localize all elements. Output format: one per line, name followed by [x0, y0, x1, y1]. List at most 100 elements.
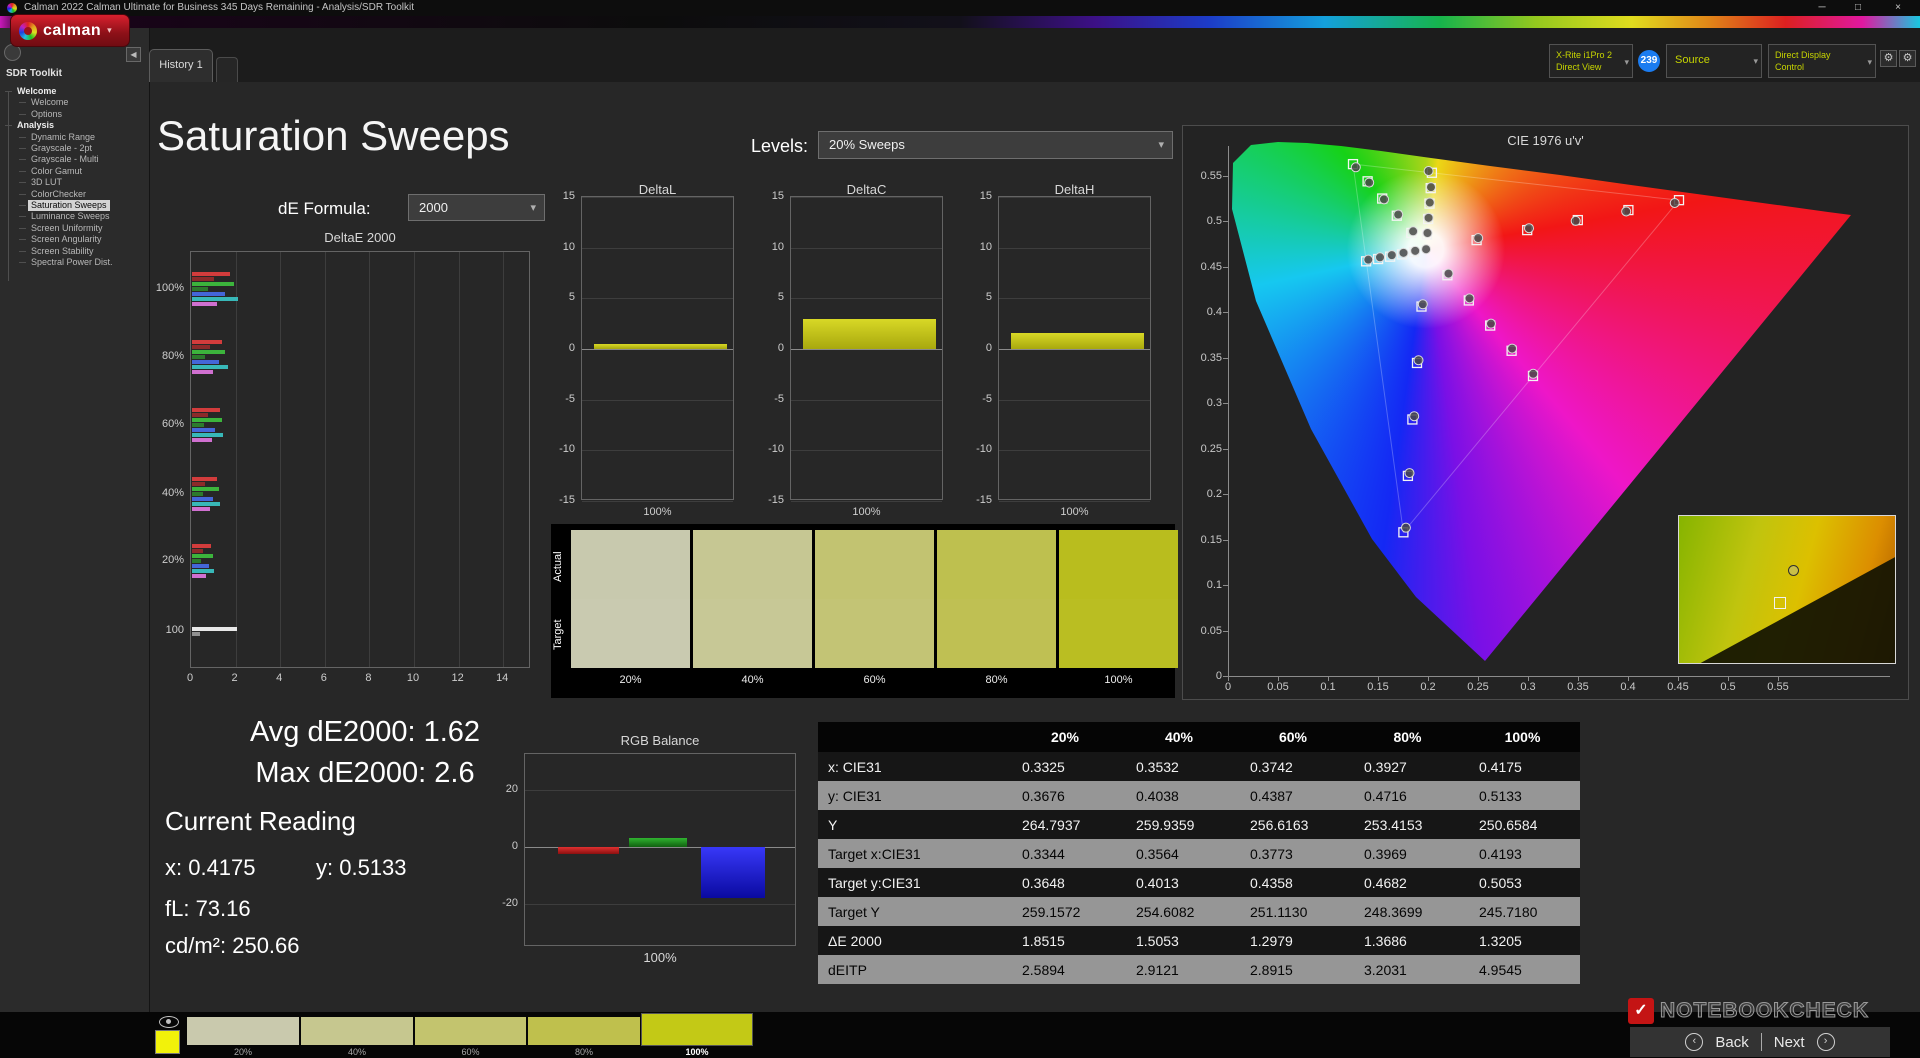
source-selector[interactable]: Source — [1666, 44, 1762, 78]
swatch-label: 40% — [693, 674, 812, 686]
sidebar-item-colorchecker[interactable]: ColorChecker — [28, 189, 89, 200]
cell-value: 2.8915 — [1236, 955, 1350, 984]
next-arrow-icon[interactable]: › — [1817, 1033, 1835, 1051]
next-button[interactable]: Next — [1774, 1034, 1805, 1051]
cell-value: 1.3686 — [1350, 926, 1465, 955]
mini-y-tick: 15 — [966, 190, 992, 202]
sidebar-item-3d-lut[interactable]: 3D LUT — [28, 177, 65, 188]
gridline — [999, 400, 1150, 401]
cie-tick-mark — [1223, 312, 1228, 313]
row-label: dEITP — [818, 955, 1008, 984]
display-control-selector[interactable]: Direct Display Control — [1768, 44, 1876, 78]
eye-icon[interactable] — [159, 1016, 179, 1028]
sidebar-item-spectral-power-dist[interactable]: Spectral Power Dist. — [28, 257, 116, 268]
deltae-bar — [192, 438, 212, 442]
gridline — [791, 298, 942, 299]
mini-y-tick: -15 — [758, 494, 784, 506]
gridline — [999, 197, 1150, 198]
table-row: Target y:CIE310.36480.40130.43580.46820.… — [818, 868, 1580, 897]
deltac-xlabel: 100% — [790, 506, 943, 518]
sidebar-item-screen-stability[interactable]: Screen Stability — [28, 246, 97, 257]
gridline — [791, 450, 942, 451]
sidebar-item-screen-angularity[interactable]: Screen Angularity — [28, 234, 105, 245]
mini-y-tick: -5 — [758, 393, 784, 405]
deltal-bar — [594, 344, 727, 349]
strip-swatch-80[interactable] — [528, 1017, 640, 1045]
calman-logo-button[interactable]: calman ▾ — [10, 14, 130, 47]
levels-dropdown[interactable]: 20% Sweeps — [818, 131, 1173, 159]
cie-tick-mark — [1578, 676, 1579, 681]
chevron-down-icon: ▾ — [107, 25, 112, 36]
deltah-chart-title: DeltaH — [998, 182, 1151, 197]
settings-gear-icon[interactable]: ⚙ — [1880, 50, 1897, 67]
strip-swatch-20[interactable] — [187, 1017, 299, 1045]
sidebar-collapse-icon[interactable]: ◀ — [126, 47, 141, 62]
page-title: Saturation Sweeps — [157, 112, 510, 160]
sidebar-item-options[interactable]: Options — [28, 109, 65, 120]
sidebar-item-color-gamut[interactable]: Color Gamut — [28, 166, 85, 177]
table-row: y: CIE310.36760.40380.43870.47160.5133 — [818, 781, 1580, 810]
swatch-column-80 — [937, 530, 1056, 668]
sidebar-item-grayscale-2pt[interactable]: Grayscale - 2pt — [28, 143, 95, 154]
table-header: 60% — [1236, 722, 1350, 752]
gridline — [582, 248, 733, 249]
sidebar-item-analysis[interactable]: Analysis — [14, 120, 57, 131]
meter-selector[interactable]: X-Rite i1Pro 2 Direct View — [1549, 44, 1633, 78]
cie-tick-mark — [1328, 676, 1329, 681]
gridline — [459, 252, 460, 667]
deltal-xlabel: 100% — [581, 506, 734, 518]
cie-tick-mark — [1223, 631, 1228, 632]
cie-measured-point — [1409, 227, 1418, 236]
swatch-label: 80% — [937, 674, 1056, 686]
notebookcheck-logo-text: NOTEBOOKCHECK — [1660, 999, 1869, 1023]
target-swatch — [571, 599, 690, 668]
cie-y-tick: 0.4 — [1182, 306, 1222, 318]
cie-x-tick: 0.55 — [1758, 681, 1798, 693]
strip-swatch-label: 100% — [642, 1047, 752, 1057]
preferences-gear-icon[interactable]: ⚙ — [1899, 50, 1916, 67]
swatch-label: 20% — [571, 674, 690, 686]
deltae-x-tick: 4 — [264, 672, 294, 684]
navigation-bar: ‹ Back Next › — [1630, 1027, 1890, 1057]
cell-value: 245.7180 — [1465, 897, 1580, 926]
sidebar-item-welcome[interactable]: Welcome — [28, 97, 71, 108]
gridline — [325, 252, 326, 667]
strip-swatch-60[interactable] — [415, 1017, 526, 1045]
tab-history-1[interactable]: History 1 — [149, 49, 213, 82]
deltae-bar — [192, 492, 203, 496]
mini-y-tick: -15 — [966, 494, 992, 506]
sidebar-item-welcome[interactable]: Welcome — [14, 86, 59, 97]
back-arrow-icon[interactable]: ‹ — [1685, 1033, 1703, 1051]
tab-stub[interactable] — [216, 57, 238, 82]
cell-value: 0.3969 — [1350, 839, 1465, 868]
strip-swatch-40[interactable] — [301, 1017, 413, 1045]
strip-swatch-100[interactable] — [642, 1014, 752, 1045]
sidebar-item-luminance-sweeps[interactable]: Luminance Sweeps — [28, 211, 113, 222]
gridline — [525, 904, 795, 905]
gridline — [582, 298, 733, 299]
cie-y-tick: 0.55 — [1182, 170, 1222, 182]
cell-value: 2.9121 — [1122, 955, 1236, 984]
cie-y-tick: 0.45 — [1182, 261, 1222, 273]
maximize-icon[interactable]: □ — [1844, 0, 1872, 16]
gridline — [999, 450, 1150, 451]
sidebar-item-saturation-sweeps[interactable]: Saturation Sweeps — [28, 200, 110, 211]
cell-value: 0.3648 — [1008, 868, 1122, 897]
current-color-chip[interactable] — [155, 1030, 180, 1054]
deltae-x-tick: 0 — [175, 672, 205, 684]
cie-measured-point — [1401, 523, 1410, 532]
sidebar-item-grayscale-multi[interactable]: Grayscale - Multi — [28, 154, 102, 165]
formula-dropdown[interactable]: 2000 — [408, 194, 545, 221]
deltae-bar — [192, 287, 208, 291]
cie-measured-point — [1364, 255, 1373, 264]
app-icon — [7, 3, 17, 13]
minimize-icon[interactable]: ─ — [1808, 0, 1836, 16]
sidebar-item-dynamic-range[interactable]: Dynamic Range — [28, 132, 98, 143]
sidebar-item-screen-uniformity[interactable]: Screen Uniformity — [28, 223, 106, 234]
deltae-x-tick: 12 — [443, 672, 473, 684]
deltae-bar — [192, 297, 238, 301]
close-icon[interactable]: × — [1884, 0, 1912, 16]
cie-measured-point — [1422, 245, 1431, 254]
back-button[interactable]: Back — [1715, 1034, 1748, 1051]
mini-y-tick: 0 — [758, 342, 784, 354]
